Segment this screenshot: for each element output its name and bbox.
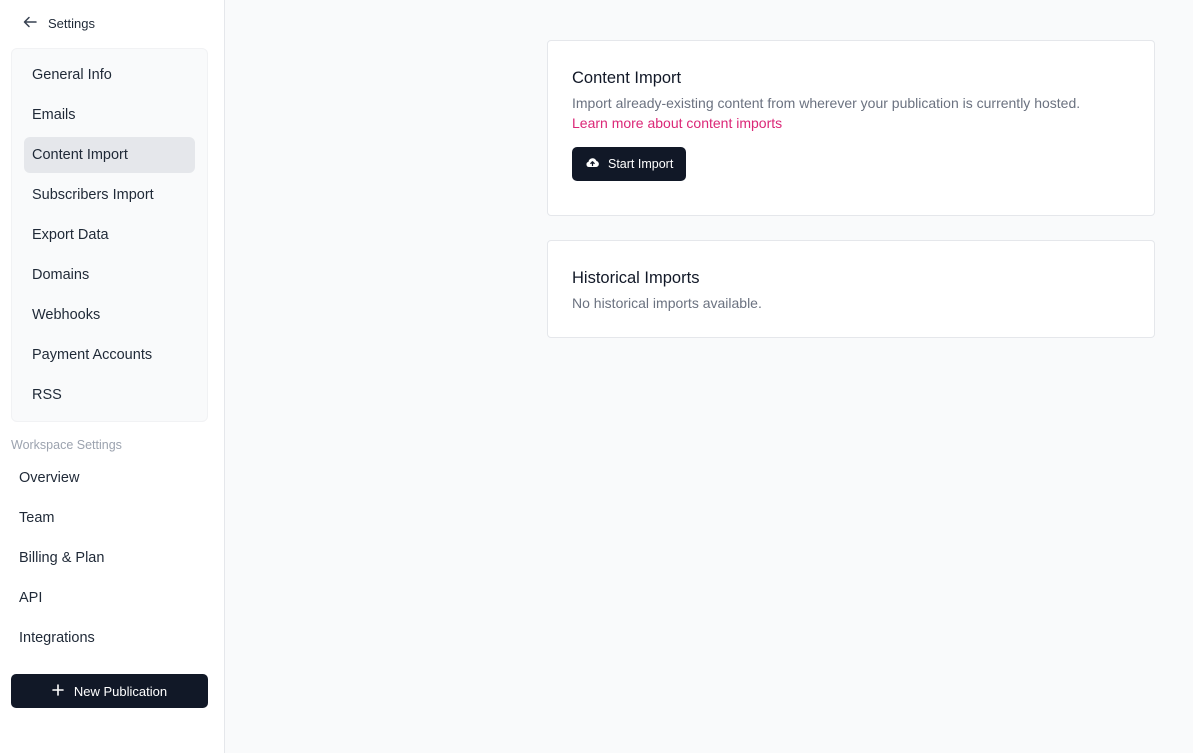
sidebar-item-overview[interactable]: Overview xyxy=(11,460,208,496)
sidebar-item-webhooks[interactable]: Webhooks xyxy=(24,297,195,333)
cloud-upload-icon xyxy=(585,155,600,173)
sidebar-item-integrations[interactable]: Integrations xyxy=(11,620,208,656)
content-import-description: Import already-existing content from whe… xyxy=(572,95,1081,111)
sidebar-item-subscribers-import[interactable]: Subscribers Import xyxy=(24,177,195,213)
workspace-settings-nav: Overview Team Billing & Plan API Integra… xyxy=(11,460,208,660)
workspace-settings-heading: Workspace Settings xyxy=(11,438,122,452)
start-import-label: Start Import xyxy=(608,157,674,171)
content-import-title: Content Import xyxy=(572,69,682,87)
sidebar-item-general-info[interactable]: General Info xyxy=(24,57,195,93)
learn-more-content-imports-link[interactable]: Learn more about content imports xyxy=(572,113,1130,133)
arrow-left-icon xyxy=(22,14,38,33)
historical-imports-card: Historical Imports No historical imports… xyxy=(547,240,1155,338)
sidebar-item-payment-accounts[interactable]: Payment Accounts xyxy=(24,337,195,373)
historical-imports-empty-text: No historical imports available. xyxy=(572,295,762,311)
new-publication-label: New Publication xyxy=(73,683,168,699)
content-import-card: Content Import Import already-existing c… xyxy=(547,40,1155,216)
sidebar-item-emails[interactable]: Emails xyxy=(24,97,195,133)
settings-sidebar: Settings General Info Emails Content Imp… xyxy=(0,0,225,753)
sidebar-item-api[interactable]: API xyxy=(11,580,208,616)
plus-icon xyxy=(52,683,64,699)
sidebar-item-billing-plan[interactable]: Billing & Plan xyxy=(11,540,208,576)
back-to-settings-link[interactable]: Settings xyxy=(22,13,95,33)
sidebar-item-team[interactable]: Team xyxy=(11,500,208,536)
publication-settings-nav: General Info Emails Content Import Subsc… xyxy=(11,48,208,422)
start-import-button[interactable]: Start Import xyxy=(572,147,687,181)
historical-imports-title: Historical Imports xyxy=(572,269,700,287)
new-publication-button[interactable]: New Publication xyxy=(11,674,208,708)
sidebar-item-domains[interactable]: Domains xyxy=(24,257,195,293)
sidebar-item-content-import[interactable]: Content Import xyxy=(24,137,195,173)
sidebar-item-export-data[interactable]: Export Data xyxy=(24,217,195,253)
back-link-label: Settings xyxy=(48,15,95,31)
sidebar-item-rss[interactable]: RSS xyxy=(24,377,195,413)
